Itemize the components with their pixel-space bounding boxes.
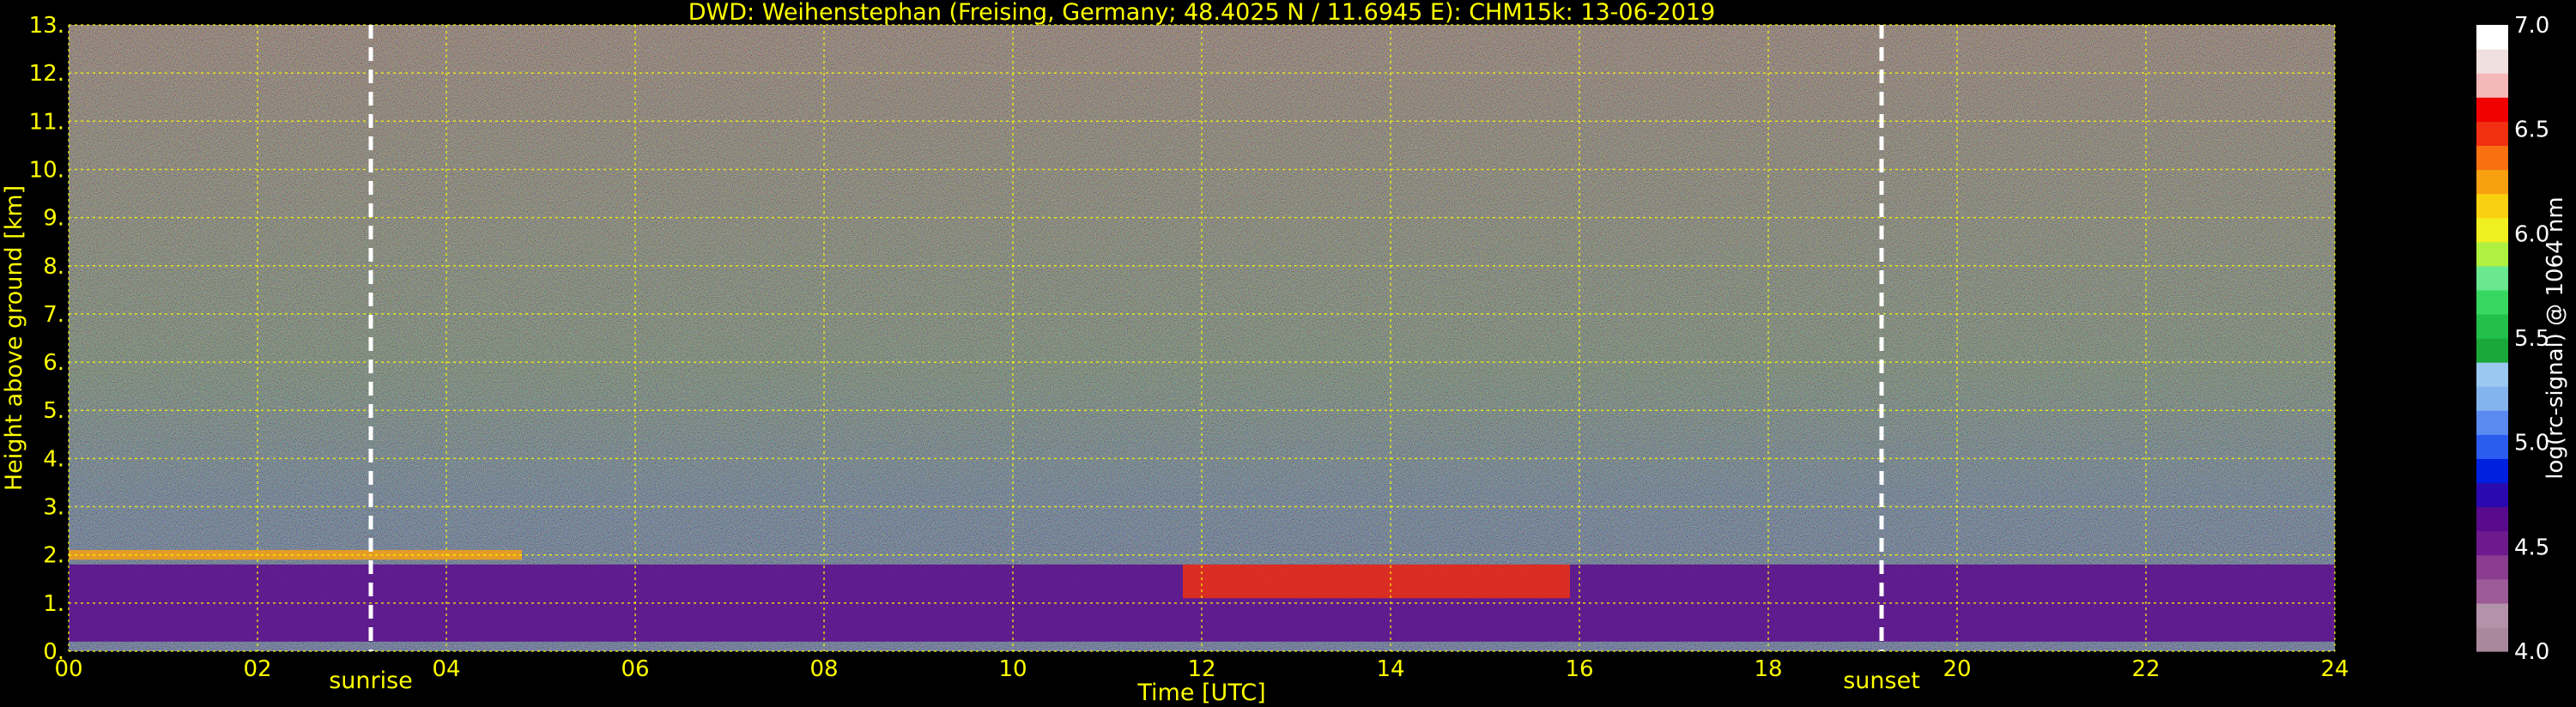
y-tick-labels: 0. 1. 2. 3. 4. 5. 6. 7. 8. 9. 10. 11. 12. 13. — [29, 13, 64, 665]
y-tick-label: 11. — [29, 109, 64, 135]
colorbar-tick-label: 4.0 — [2514, 639, 2549, 665]
sunrise-label: sunrise — [329, 668, 413, 694]
x-tick-label: 06 — [621, 656, 649, 682]
colorbar-segment — [2476, 217, 2508, 243]
plot-area — [68, 24, 2336, 652]
x-axis-label: Time [UTC] — [1136, 680, 1265, 706]
y-tick-label: 8. — [43, 254, 64, 280]
colorbar-segment — [2476, 410, 2508, 435]
colorbar-segment — [2476, 25, 2508, 50]
colorbar-segment — [2476, 434, 2508, 459]
colorbar-segment — [2476, 313, 2508, 339]
layer-convective-clouds — [1183, 564, 1570, 599]
colorbar-segment — [2476, 193, 2508, 219]
colorbar-segment — [2476, 458, 2508, 484]
colorbar-segment — [2476, 97, 2508, 122]
colorbar-segment — [2476, 362, 2508, 387]
colorbar — [2476, 25, 2508, 652]
colorbar-segment — [2476, 338, 2508, 363]
colorbar-segment — [2476, 121, 2508, 146]
y-tick-label: 4. — [43, 446, 64, 472]
colorbar-segment — [2476, 506, 2508, 532]
y-tick-label: 1. — [43, 591, 64, 617]
lidar-chart: DWD: Weihenstephan (Freising, Germany; 4… — [1, 0, 2568, 706]
x-tick-label: 16 — [1565, 656, 1593, 682]
x-tick-label: 10 — [998, 656, 1027, 682]
y-tick-label: 5. — [43, 398, 64, 424]
colorbar-tick-label: 4.5 — [2514, 535, 2549, 560]
colorbar-segment — [2476, 145, 2508, 171]
y-tick-label: 2. — [43, 543, 64, 569]
colorbar-segment — [2476, 169, 2508, 195]
sunset-label: sunset — [1843, 668, 1920, 694]
x-tick-label: 02 — [243, 656, 271, 682]
colorbar-label: log(rc-signal) @ 1064 nm — [2543, 196, 2568, 479]
y-tick-label: 10. — [29, 157, 64, 183]
x-tick-label: 12 — [1187, 656, 1215, 682]
colorbar-segment — [2476, 554, 2508, 580]
chart-title: DWD: Weihenstephan (Freising, Germany; 4… — [688, 0, 1716, 26]
y-tick-label: 7. — [43, 302, 64, 328]
x-tick-label: 18 — [1754, 656, 1782, 682]
y-tick-label: 9. — [43, 206, 64, 232]
x-tick-label: 14 — [1376, 656, 1404, 682]
colorbar-segment — [2476, 386, 2508, 411]
colorbar-segment — [2476, 602, 2508, 628]
x-tick-label: 20 — [1943, 656, 1971, 682]
y-tick-label: 0. — [43, 639, 64, 665]
y-axis-label: Height above ground [km] — [1, 185, 27, 491]
colorbar-segment — [2476, 49, 2508, 74]
x-tick-label: 24 — [2320, 656, 2349, 682]
colorbar-segment — [2476, 241, 2508, 267]
colorbar-segment — [2476, 265, 2508, 291]
y-tick-label: 12. — [29, 61, 64, 87]
colorbar-segment — [2476, 73, 2508, 98]
colorbar-segment — [2476, 626, 2508, 652]
y-tick-label: 6. — [43, 350, 64, 376]
colorbar-tick-label: 6.5 — [2514, 118, 2549, 143]
annotations: sunrise sunset — [329, 668, 1920, 694]
colorbar-segment — [2476, 530, 2508, 556]
y-tick-label: 13. — [29, 13, 64, 39]
x-tick-label: 04 — [432, 656, 460, 682]
x-tick-label: 22 — [2131, 656, 2160, 682]
colorbar-tick-label: 7.0 — [2514, 13, 2549, 39]
y-tick-label: 3. — [43, 495, 64, 521]
colorbar-segment — [2476, 482, 2508, 508]
colorbar-segment — [2476, 578, 2508, 604]
x-tick-label: 08 — [809, 656, 838, 682]
colorbar-segment — [2476, 289, 2508, 315]
